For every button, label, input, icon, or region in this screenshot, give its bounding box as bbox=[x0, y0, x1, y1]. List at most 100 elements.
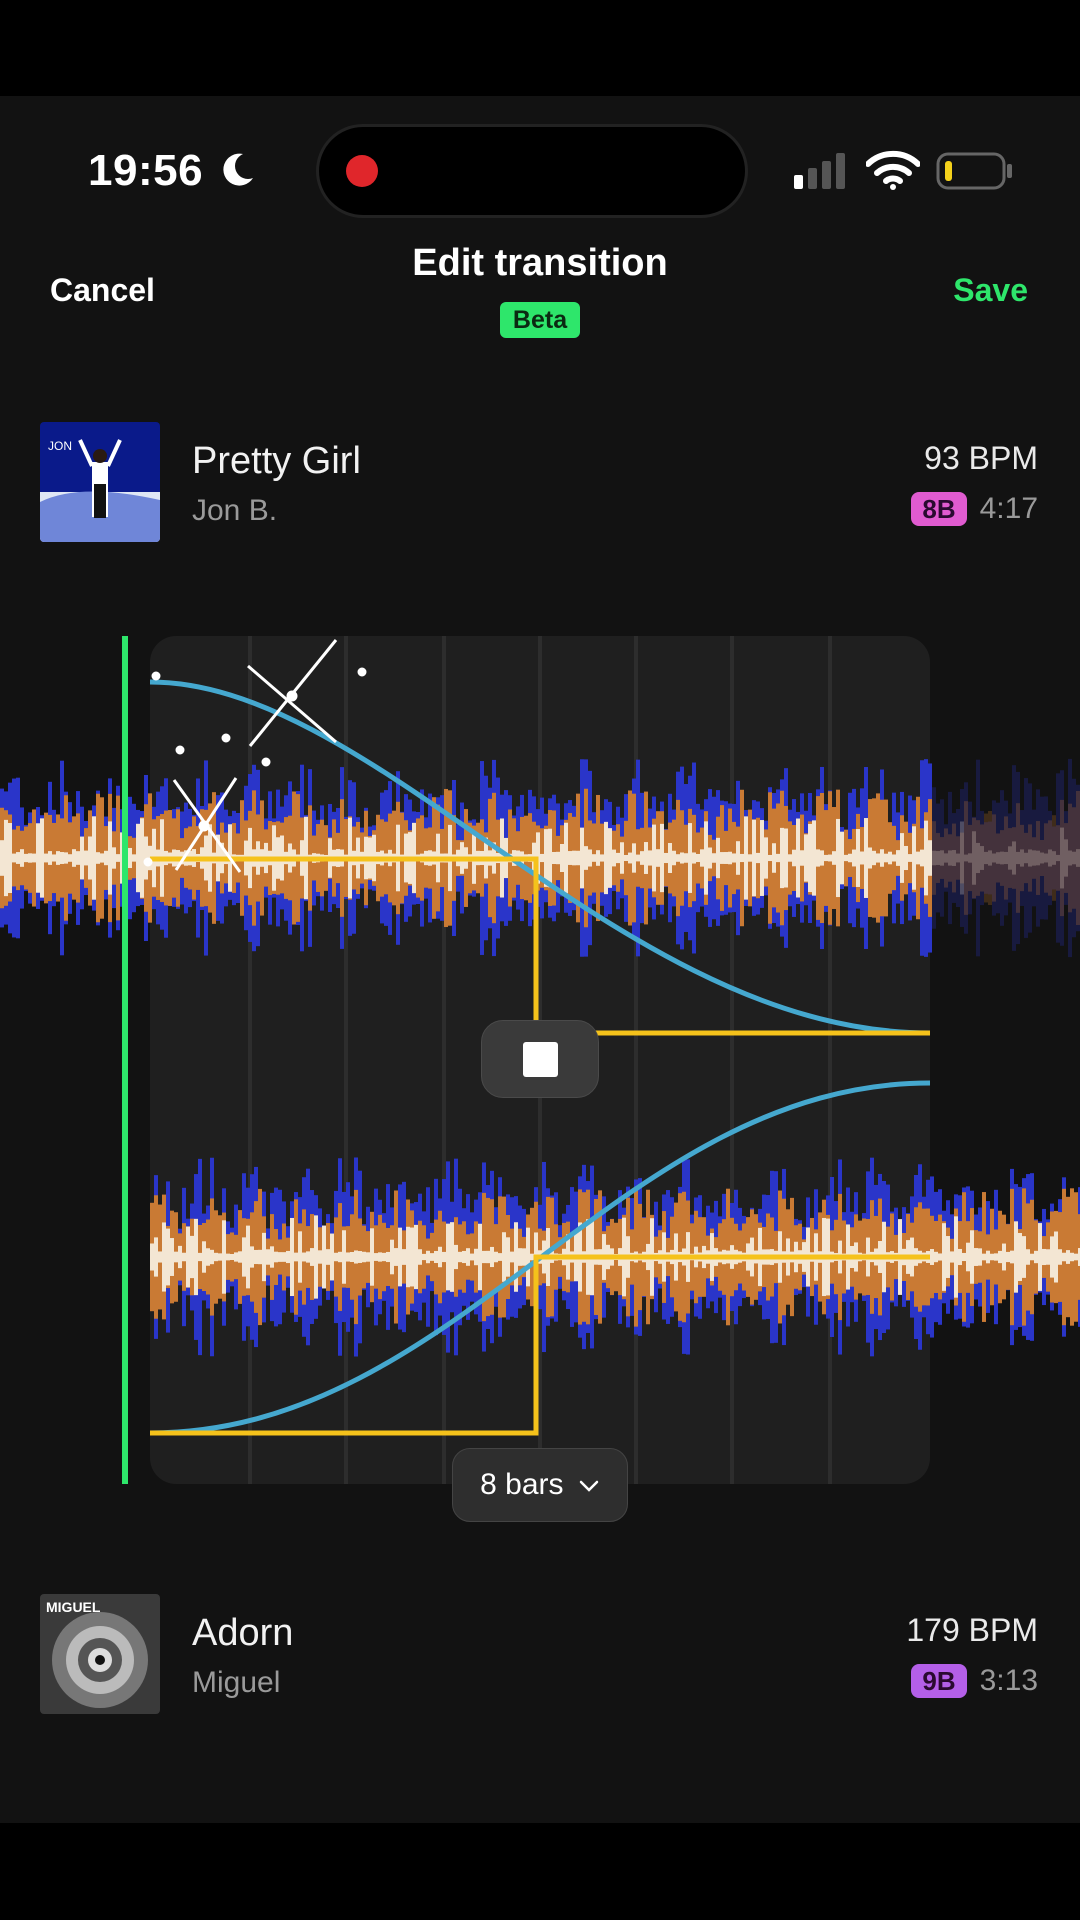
waveform-bar bbox=[552, 851, 556, 865]
waveform-bar bbox=[556, 851, 560, 865]
waveform-bar bbox=[944, 853, 948, 863]
waveform-bar bbox=[816, 849, 820, 867]
waveform-bar bbox=[60, 852, 64, 864]
waveform-bar bbox=[278, 1252, 282, 1262]
waveform-bar bbox=[246, 1225, 250, 1289]
waveform-bar bbox=[454, 1244, 458, 1270]
waveform-bar bbox=[592, 854, 596, 862]
waveform-bar bbox=[88, 836, 92, 880]
waveform-bar bbox=[478, 1223, 482, 1291]
waveform-bar bbox=[64, 852, 68, 864]
waveform-bar bbox=[234, 1252, 238, 1262]
waveform-bar bbox=[250, 1246, 254, 1268]
waveform-bar bbox=[210, 1249, 214, 1265]
waveform-bar bbox=[438, 1246, 442, 1268]
waveform-bar bbox=[1000, 851, 1004, 865]
waveform-bar bbox=[310, 1248, 314, 1266]
waveform-bar bbox=[108, 821, 112, 895]
waveform-bar bbox=[856, 829, 860, 887]
waveform-bar bbox=[780, 827, 784, 889]
waveform-bar bbox=[568, 851, 572, 865]
waveform-bar bbox=[426, 1250, 430, 1264]
waveform-bar bbox=[768, 854, 772, 862]
waveform-bar bbox=[920, 849, 924, 867]
waveform-bar bbox=[948, 850, 952, 866]
waveform-bar bbox=[950, 1251, 954, 1263]
waveform-bar bbox=[1064, 839, 1068, 877]
bars-length-dropdown[interactable]: 8 bars bbox=[452, 1448, 628, 1522]
chevron-down-icon bbox=[579, 1480, 599, 1492]
waveform-bar bbox=[700, 849, 704, 867]
waveform-bar bbox=[358, 1251, 362, 1263]
waveform-bar bbox=[322, 1225, 326, 1289]
track-a-artist: Jon B. bbox=[192, 494, 278, 527]
waveform-bar bbox=[998, 1250, 1002, 1264]
waveform-bar bbox=[760, 820, 764, 896]
waveform-bar bbox=[824, 854, 828, 862]
waveform-bar bbox=[984, 851, 988, 865]
waveform-bar bbox=[900, 833, 904, 883]
waveform-bar bbox=[1022, 1236, 1026, 1278]
waveform-bar bbox=[1054, 1231, 1058, 1283]
waveform-bar bbox=[1072, 851, 1076, 865]
waveform-bar bbox=[502, 1232, 506, 1282]
waveform-bar bbox=[76, 851, 80, 865]
waveform-bar bbox=[752, 819, 756, 897]
waveform-bar bbox=[994, 1253, 998, 1261]
waveform-bar bbox=[36, 823, 40, 893]
waveform-bar bbox=[800, 850, 804, 866]
waveform-bar bbox=[876, 853, 880, 863]
album-art-track-a[interactable]: JON bbox=[40, 422, 160, 542]
waveform-bar bbox=[942, 1223, 946, 1291]
waveform-bar bbox=[916, 851, 920, 865]
waveform-bar bbox=[964, 854, 968, 862]
playhead[interactable] bbox=[122, 636, 128, 1484]
waveform-bar bbox=[298, 1231, 302, 1283]
waveform-bar bbox=[262, 1232, 266, 1282]
waveform-bar bbox=[980, 846, 984, 870]
waveform-bar bbox=[230, 1253, 234, 1261]
waveform-bar bbox=[1006, 1251, 1010, 1263]
waveform-bar bbox=[764, 837, 768, 879]
waveform-bar bbox=[696, 853, 700, 863]
waveform-bar bbox=[1024, 852, 1028, 864]
waveform-bar bbox=[0, 840, 4, 876]
waveform-bar bbox=[16, 852, 20, 864]
waveform-bar bbox=[490, 1246, 494, 1268]
waveform-bar bbox=[720, 852, 724, 864]
waveform-bar bbox=[548, 828, 552, 888]
waveform-bar bbox=[724, 852, 728, 864]
waveform-bar bbox=[884, 853, 888, 863]
waveform-bar bbox=[968, 853, 972, 863]
waveform-bar bbox=[178, 1245, 182, 1269]
waveform-bar bbox=[896, 850, 900, 866]
waveform-bar bbox=[716, 837, 720, 879]
waveform-bar bbox=[406, 1226, 410, 1288]
waveform-bar bbox=[174, 1251, 178, 1263]
waveform-bar bbox=[40, 818, 44, 898]
waveform-bar bbox=[242, 1237, 246, 1277]
waveform-bar bbox=[564, 822, 568, 894]
waveform-bar bbox=[342, 1230, 346, 1284]
waveform-bar bbox=[1076, 849, 1080, 867]
waveform-bar bbox=[1066, 1250, 1070, 1264]
waveform-bar bbox=[206, 1248, 210, 1266]
waveform-bar bbox=[684, 853, 688, 863]
waveform-bar bbox=[892, 854, 896, 862]
waveform-bar bbox=[222, 1220, 226, 1294]
moon-icon bbox=[223, 153, 253, 186]
recording-indicator bbox=[346, 155, 378, 187]
stop-button[interactable] bbox=[481, 1020, 599, 1098]
waveform-bar bbox=[290, 1217, 294, 1297]
waveform-bar bbox=[8, 822, 12, 894]
waveform-bar bbox=[390, 1239, 394, 1275]
save-button[interactable]: Save bbox=[953, 272, 1028, 309]
waveform-bar bbox=[736, 841, 740, 875]
waveform-bar bbox=[976, 842, 980, 874]
waveform-bar bbox=[1032, 850, 1036, 866]
waveform-bar bbox=[930, 1249, 934, 1265]
album-art-track-b[interactable]: MIGUEL bbox=[40, 1594, 160, 1714]
track-b-key-badge: 9B bbox=[911, 1664, 967, 1698]
waveform-bar bbox=[1030, 1253, 1034, 1261]
bars-length-label: 8 bars bbox=[480, 1468, 564, 1501]
